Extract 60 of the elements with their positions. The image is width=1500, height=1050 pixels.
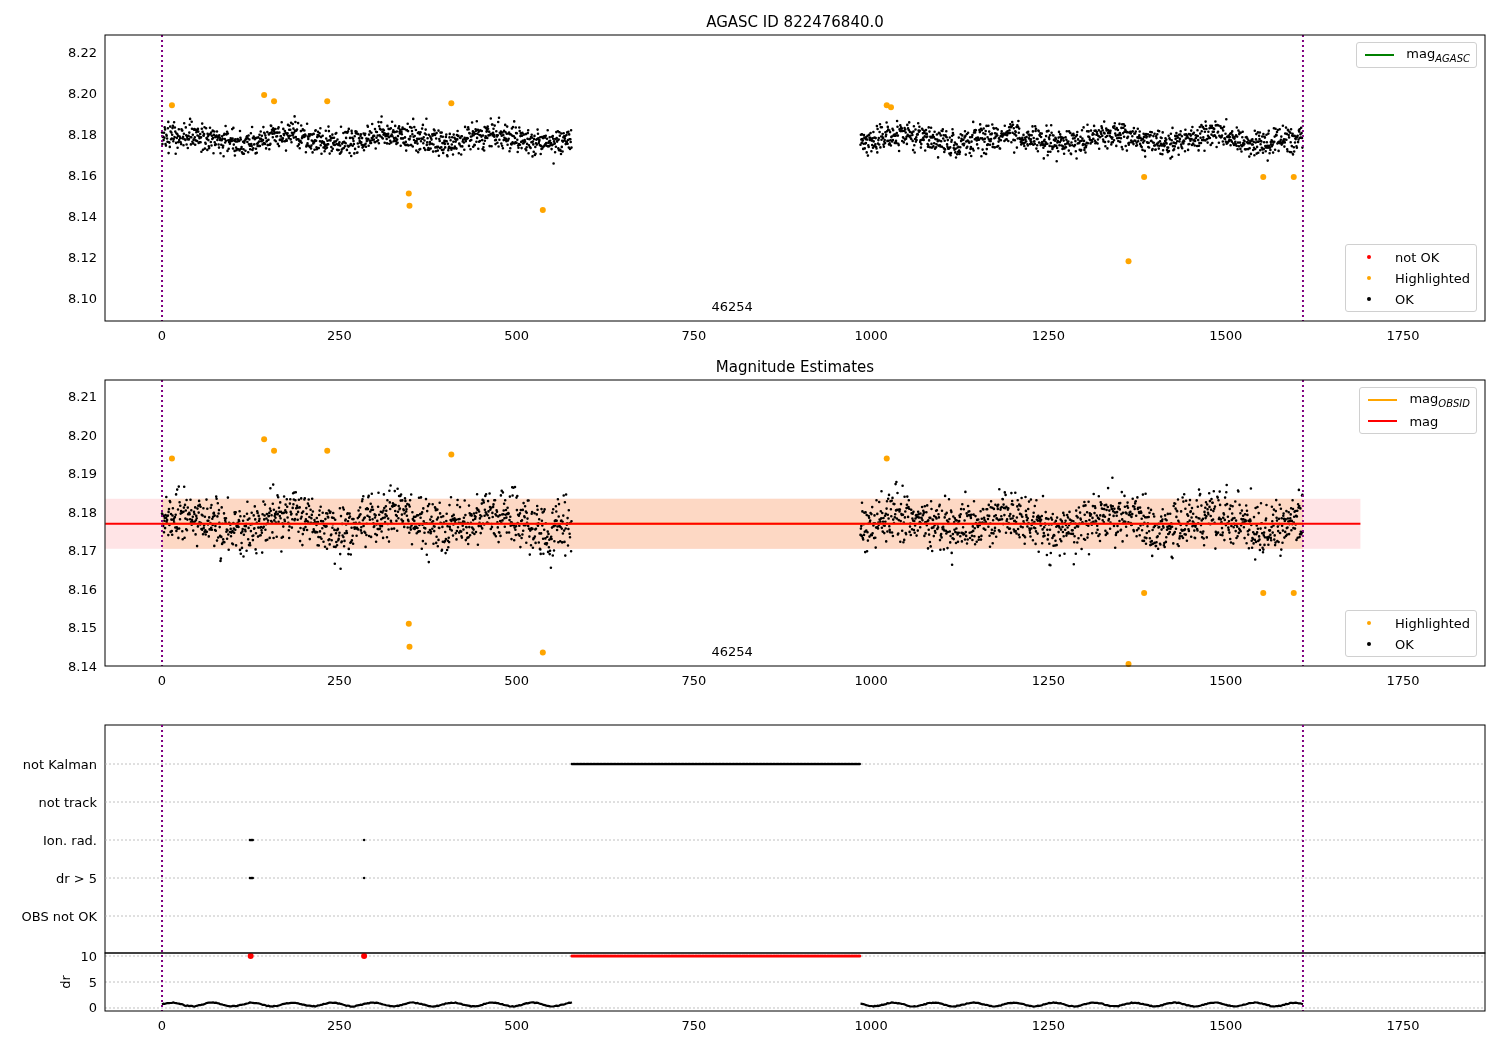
tick-label: 8.21: [68, 389, 97, 405]
legend-label: mag$_{AGASC}$: [1406, 46, 1470, 64]
legend-label: mag: [1409, 413, 1439, 429]
row-label: dr > 5: [55, 870, 97, 886]
legend-label: not OK: [1395, 249, 1440, 265]
tick-label: 1750: [1386, 1018, 1420, 1033]
tick-label: 8.19: [68, 466, 97, 482]
tick-label: 1500: [1209, 673, 1243, 688]
tick-label: 8.20: [68, 427, 97, 443]
tick-label: 8.14: [68, 658, 97, 674]
row-label: Ion. rad.: [43, 832, 97, 848]
tick-label: 8.10: [68, 290, 97, 306]
tick-label: 1250: [1031, 328, 1065, 343]
tick-label: 1500: [1209, 1018, 1243, 1033]
tick-label: 5: [88, 974, 97, 990]
tick-label: 0: [157, 673, 167, 688]
tick-label: 8.16: [68, 581, 97, 597]
tick-label: 8.18: [68, 126, 97, 142]
legend-label: Highlighted: [1395, 615, 1470, 631]
tick-label: 500: [504, 673, 529, 688]
tick-label: 8.22: [68, 44, 97, 60]
tick-label: 10: [80, 948, 97, 964]
tick-label: 1000: [854, 328, 888, 343]
tick-label: 1500: [1209, 328, 1243, 343]
legend-label: OK: [1395, 636, 1414, 652]
tick-label: 250: [326, 673, 352, 688]
tick-label: 500: [504, 1018, 529, 1033]
tick-label: 1250: [1031, 673, 1065, 688]
tick-label: 1250: [1031, 1018, 1065, 1033]
tick-label: 0: [157, 328, 167, 343]
tick-label: 0: [157, 1018, 167, 1033]
chart-title: AGASC ID 822476840.0: [706, 13, 884, 31]
tick-label: 8.15: [68, 620, 97, 636]
tick-label: 250: [326, 328, 352, 343]
annotation-text: 46254: [711, 644, 753, 659]
tick-label: 0: [88, 1000, 97, 1016]
tick-label: 1000: [854, 673, 888, 688]
axis-label: dr: [58, 975, 73, 989]
legend-label: OK: [1395, 291, 1414, 307]
tick-label: 8.12: [68, 249, 97, 265]
legend-label: mag$_{OBSID}$: [1409, 391, 1470, 409]
tick-label: 250: [326, 1018, 352, 1033]
row-label: OBS not OK: [21, 908, 97, 924]
tick-label: 1000: [854, 1018, 888, 1033]
row-label: not Kalman: [22, 756, 97, 772]
annotation-text: 46254: [711, 299, 753, 314]
tick-label: 8.18: [68, 504, 97, 520]
tick-label: 1750: [1386, 328, 1420, 343]
tick-label: 8.20: [68, 85, 97, 101]
tick-label: 1750: [1386, 673, 1420, 688]
tick-label: 750: [681, 328, 707, 343]
tick-label: 750: [681, 1018, 707, 1033]
row-label: not track: [38, 794, 97, 810]
tick-label: 8.17: [68, 543, 97, 559]
chart-title: Magnitude Estimates: [715, 358, 875, 376]
tick-label: 500: [504, 328, 529, 343]
tick-label: 750: [681, 673, 707, 688]
tick-label: 8.16: [68, 167, 97, 183]
tick-label: 8.14: [68, 208, 97, 224]
legend-label: Highlighted: [1395, 270, 1470, 286]
